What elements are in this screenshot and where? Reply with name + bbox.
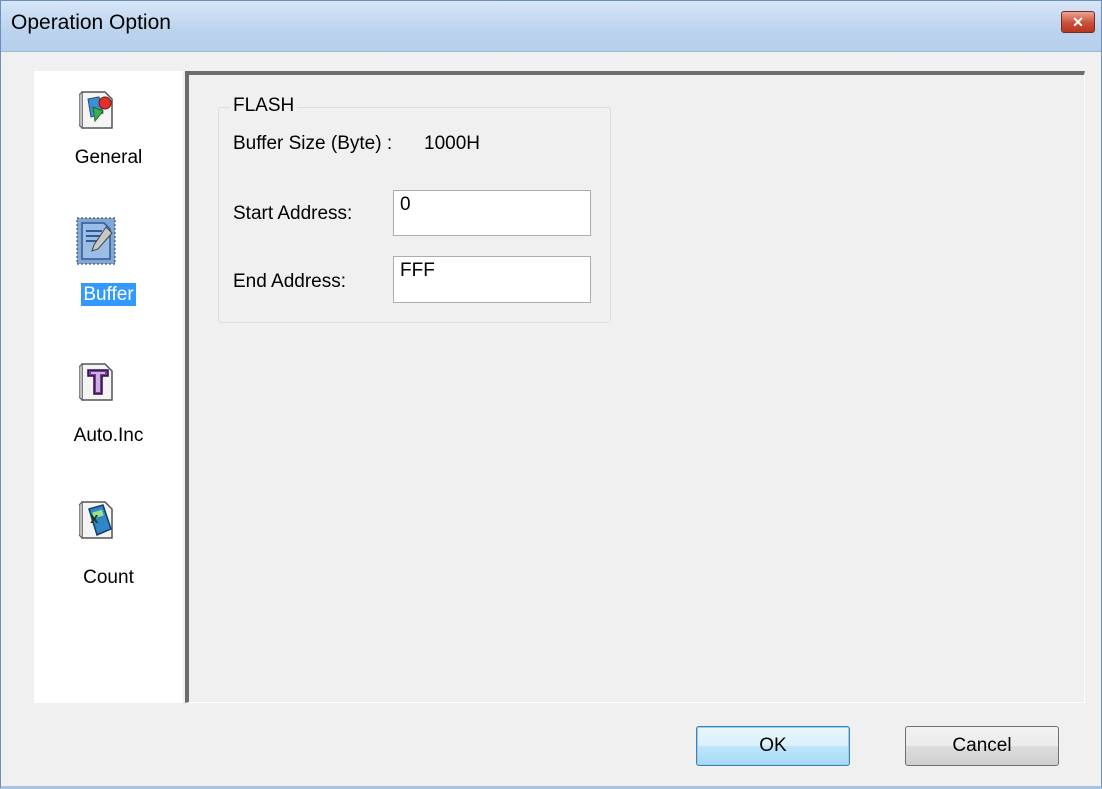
ok-button[interactable]: OK [696, 726, 850, 766]
sidebar-item-label: General [74, 147, 143, 168]
close-icon: ✕ [1072, 13, 1084, 30]
sidebar-item-count[interactable]: X Count [34, 491, 183, 591]
svg-text:X: X [90, 513, 99, 526]
general-icon [79, 91, 113, 129]
operation-option-dialog: Operation Option ✕ General Buffer Auto.I… [0, 0, 1102, 789]
sidebar-item-label: Count [83, 567, 134, 588]
flash-group-title: FLASH [230, 95, 298, 117]
start-address-label: Start Address: [233, 203, 353, 224]
auto-inc-icon [79, 363, 113, 401]
options-sidebar: General Buffer Auto.Inc X Count [34, 71, 183, 703]
start-address-input[interactable]: 0 [393, 190, 591, 236]
sidebar-item-buffer[interactable]: Buffer [34, 217, 183, 317]
sidebar-item-general[interactable]: General [34, 81, 183, 181]
sidebar-item-label: Auto.Inc [73, 425, 144, 446]
selected-label-highlight: Buffer [81, 283, 136, 306]
sidebar-item-label: Buffer [34, 283, 183, 306]
end-address-input[interactable]: FFF [393, 256, 591, 303]
sidebar-item-auto-inc[interactable]: Auto.Inc [34, 353, 183, 453]
buffer-size-value: 1000H [424, 133, 480, 154]
count-icon: X [79, 501, 113, 539]
buffer-size-label: Buffer Size (Byte) : [233, 133, 393, 154]
end-address-label: End Address: [233, 271, 347, 292]
cancel-button[interactable]: Cancel [905, 726, 1059, 766]
buffer-icon [76, 217, 116, 265]
close-button[interactable]: ✕ [1061, 11, 1095, 33]
title-bar[interactable]: Operation Option ✕ [1, 1, 1101, 52]
window-title: Operation Option [11, 11, 171, 34]
